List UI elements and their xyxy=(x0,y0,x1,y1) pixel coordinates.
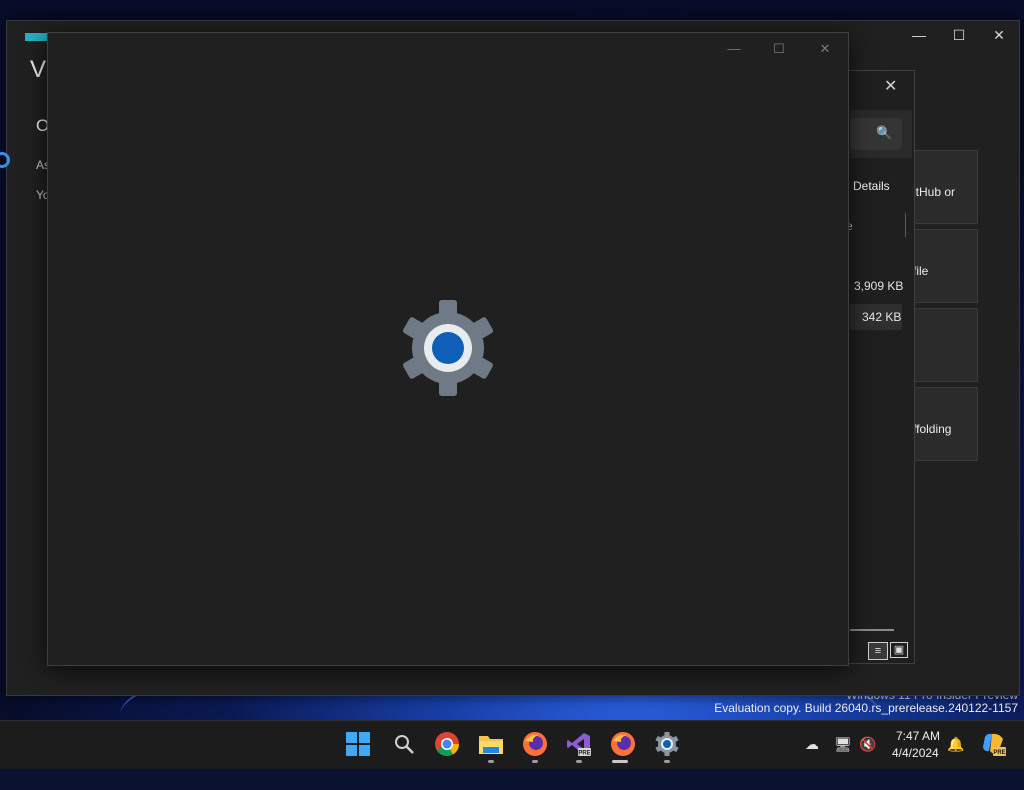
firefox-2-taskbar-button[interactable] xyxy=(609,730,637,758)
settings-minimize-button[interactable]: — xyxy=(722,38,746,60)
settings-gear-icon xyxy=(403,300,493,396)
settings-close-button[interactable]: ✕ xyxy=(813,38,837,60)
clock-date[interactable]: 4/4/2024 xyxy=(892,746,939,760)
watermark-build: Evaluation copy. Build 26040.rs_prerelea… xyxy=(714,701,1018,715)
file-dialog-close-button[interactable]: ✕ xyxy=(884,76,897,96)
vs-card-label: ffolding xyxy=(913,422,952,436)
running-indicator xyxy=(576,760,582,763)
copilot-icon: PRE xyxy=(983,733,1006,756)
taskbar-search-button[interactable] xyxy=(390,730,418,758)
settings-maximize-button[interactable]: ☐ xyxy=(767,38,791,60)
settings-taskbar-button[interactable] xyxy=(653,730,681,758)
horizontal-scrollbar[interactable] xyxy=(850,629,894,631)
start-button[interactable] xyxy=(344,730,372,758)
file-explorer-taskbar-button[interactable] xyxy=(477,730,505,758)
search-icon[interactable]: 🔍 xyxy=(876,125,892,141)
tiles-view-icon[interactable]: ▣ xyxy=(890,642,908,658)
active-indicator xyxy=(612,760,628,763)
vs-card-label: itHub or xyxy=(913,185,956,199)
running-indicator xyxy=(488,760,494,763)
running-indicator xyxy=(532,760,538,763)
file-size-cell: 3,909 KB xyxy=(854,279,904,293)
running-indicator xyxy=(664,760,670,763)
svg-text:PRE: PRE xyxy=(578,751,590,757)
copilot-button[interactable]: PRE xyxy=(980,730,1008,758)
vs-minimize-button[interactable]: — xyxy=(906,24,932,46)
chrome-taskbar-button[interactable] xyxy=(433,730,461,758)
firefox-icon xyxy=(523,732,547,756)
search-icon xyxy=(395,735,414,754)
network-off-icon[interactable]: ☁ xyxy=(802,734,822,754)
vs-card-label: file xyxy=(913,264,929,278)
vs-maximize-button[interactable]: ☐ xyxy=(946,24,972,46)
volume-muted-icon[interactable]: 🔇 xyxy=(858,734,878,754)
firefox-icon xyxy=(611,732,635,756)
windows-logo-icon xyxy=(346,732,370,756)
details-view-icon[interactable]: ≡ xyxy=(868,642,888,660)
file-size-cell: 342 KB xyxy=(862,310,902,324)
gear-icon xyxy=(655,732,679,756)
vs-close-button[interactable]: ✕ xyxy=(986,24,1012,46)
visual-studio-taskbar-button[interactable]: PRE xyxy=(565,730,593,758)
notification-bell-icon[interactable]: 🔔 xyxy=(946,734,966,754)
clock-time[interactable]: 7:47 AM xyxy=(896,729,940,743)
chrome-icon xyxy=(435,732,459,757)
details-button[interactable]: Details xyxy=(853,179,890,193)
visual-studio-icon: PRE xyxy=(567,733,591,757)
svg-text:PRE: PRE xyxy=(993,750,1005,756)
folder-icon xyxy=(479,736,503,754)
display-icon[interactable]: 🖥 xyxy=(833,734,853,754)
firefox-taskbar-button[interactable] xyxy=(521,730,549,758)
column-divider[interactable] xyxy=(905,213,906,237)
